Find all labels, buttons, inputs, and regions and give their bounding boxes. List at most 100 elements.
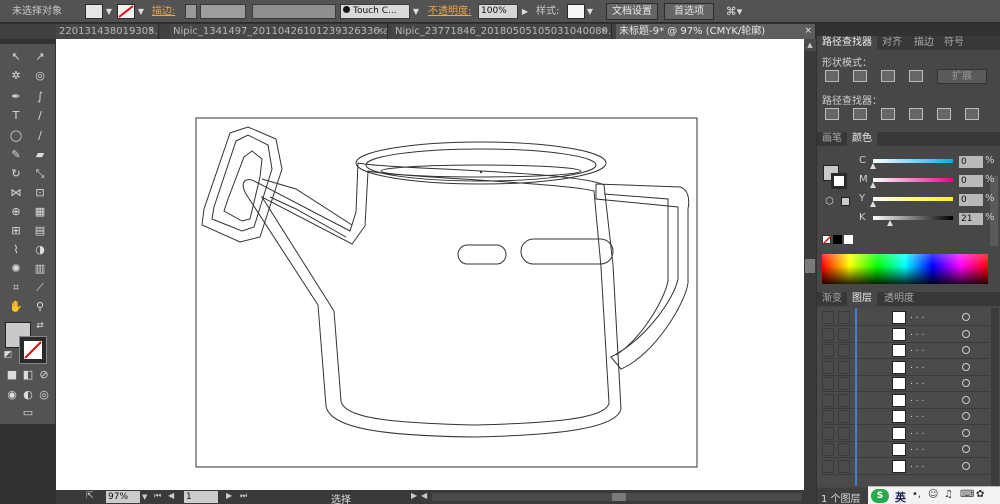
channel-slider-c[interactable]	[873, 159, 953, 163]
draw-inside-icon[interactable]: ◎	[37, 388, 51, 402]
channel-value-input[interactable]: 0	[959, 156, 983, 168]
brush-dropdown-icon[interactable]: ▼	[411, 4, 421, 19]
tab-color[interactable]: 颜色	[847, 132, 877, 146]
zoom-input[interactable]: 97%	[106, 491, 140, 503]
lock-toggle[interactable]	[838, 410, 850, 423]
graphic-style-swatch[interactable]	[567, 4, 585, 19]
document-tab[interactable]: Nipic_1341497_20110426101239326336.ai* ×	[170, 24, 388, 39]
scroll-thumb[interactable]	[805, 259, 815, 273]
selection-tool-icon[interactable]: ↖	[6, 48, 26, 66]
ime-skin-icon[interactable]: ✿	[976, 489, 984, 500]
expand-button[interactable]: 扩展	[937, 69, 987, 84]
lasso-tool-icon[interactable]: ◎	[30, 67, 50, 85]
opacity-input[interactable]: 100%	[478, 4, 518, 19]
color-mode-icon[interactable]: ■	[5, 368, 19, 382]
channel-slider-thumb[interactable]	[870, 182, 876, 188]
free-transform-tool-icon[interactable]: ⊡	[30, 184, 50, 202]
draw-behind-icon[interactable]: ◐	[21, 388, 35, 402]
first-page-icon[interactable]: ⏮	[154, 491, 161, 501]
close-icon[interactable]: ×	[147, 24, 155, 39]
layer-name[interactable]: . . .	[910, 460, 924, 470]
layer-name[interactable]: . . .	[910, 443, 924, 453]
tab-brushes[interactable]: 画笔	[817, 132, 847, 146]
fill-dropdown-icon[interactable]: ▼	[104, 4, 114, 19]
brush-definition-dropdown[interactable]: Touch C...	[340, 4, 410, 19]
stroke-color-box[interactable]	[19, 336, 47, 364]
stroke-weight-input[interactable]	[200, 4, 246, 19]
visibility-toggle[interactable]	[822, 410, 834, 423]
lock-toggle[interactable]	[838, 443, 850, 456]
layer-name[interactable]: . . .	[910, 328, 924, 338]
color-stroke-preview[interactable]	[831, 173, 847, 189]
stroke-weight-stepper[interactable]	[185, 4, 197, 19]
width-tool-icon[interactable]: ⋈	[6, 184, 26, 202]
target-circle-icon[interactable]	[962, 412, 970, 420]
document-tab[interactable]: 220131438019305.ai*×	[56, 24, 159, 39]
target-circle-icon[interactable]	[962, 313, 970, 321]
crop-icon[interactable]	[909, 108, 923, 120]
tab-layers[interactable]: 图层	[847, 292, 877, 306]
layer-name[interactable]: . . .	[910, 427, 924, 437]
outline-icon[interactable]	[937, 108, 951, 120]
visibility-toggle[interactable]	[822, 344, 834, 357]
opacity-dropdown-icon[interactable]: ▶	[520, 4, 530, 19]
preferences-button[interactable]: 首选项	[664, 3, 714, 20]
minus-back-icon[interactable]	[965, 108, 979, 120]
tab-align[interactable]: 对齐	[877, 36, 907, 50]
color-spectrum[interactable]	[822, 254, 988, 284]
visibility-toggle[interactable]	[822, 393, 834, 407]
layer-name[interactable]: . . .	[910, 344, 924, 354]
scale-tool-icon[interactable]: ⤡	[30, 165, 50, 183]
target-circle-icon[interactable]	[962, 461, 970, 470]
divide-icon[interactable]	[825, 108, 839, 120]
white-swatch[interactable]	[844, 235, 853, 244]
visibility-toggle[interactable]	[822, 327, 834, 341]
ime-keyboard-icon[interactable]: ⌨	[960, 489, 974, 500]
merge-icon[interactable]	[881, 108, 895, 120]
layer-row[interactable]: . . .	[822, 343, 990, 359]
hscroll-thumb[interactable]	[612, 493, 626, 501]
layers-scrollbar[interactable]	[991, 308, 999, 486]
ellipse-tool-icon[interactable]: ◯	[6, 127, 26, 145]
curvature-tool-icon[interactable]: ∫	[30, 88, 50, 106]
channel-slider-k[interactable]	[873, 216, 953, 220]
none-mode-icon[interactable]: ⊘	[37, 368, 51, 382]
visibility-toggle[interactable]	[822, 311, 834, 324]
layer-row[interactable]: . . .	[822, 376, 990, 392]
perspective-grid-tool-icon[interactable]: ▦	[30, 203, 50, 221]
visibility-toggle[interactable]	[822, 426, 834, 440]
layer-name[interactable]: . . .	[910, 361, 924, 371]
ime-mic-icon[interactable]: ♫	[944, 489, 953, 500]
channel-slider-thumb[interactable]	[870, 163, 876, 169]
lock-toggle[interactable]	[838, 311, 850, 324]
next-page-icon[interactable]: ▶	[226, 491, 232, 500]
target-circle-icon[interactable]	[962, 329, 970, 338]
exclude-icon[interactable]	[909, 70, 923, 82]
lock-toggle[interactable]	[838, 377, 850, 390]
variable-width-profile[interactable]	[252, 4, 336, 19]
layer-row[interactable]: . . .	[822, 310, 990, 326]
channel-slider-thumb[interactable]	[870, 201, 876, 207]
draw-normal-icon[interactable]: ◉	[5, 388, 19, 402]
canvas[interactable]	[56, 39, 804, 490]
layer-row[interactable]: . . .	[822, 426, 990, 442]
paintbrush-tool-icon[interactable]: ∕	[30, 127, 50, 145]
gradient-mode-icon[interactable]: ◧	[21, 368, 35, 382]
target-circle-icon[interactable]	[962, 379, 970, 387]
layer-row[interactable]: . . .	[822, 327, 990, 343]
document-tab-active[interactable]: 未标题-9* @ 97% (CMYK/轮廓) ×	[616, 24, 816, 39]
last-page-icon[interactable]: ⏭	[240, 491, 247, 501]
channel-value-input[interactable]: 21	[959, 213, 983, 225]
stroke-label[interactable]: 描边:	[152, 4, 175, 19]
ime-emoji-icon[interactable]: ☺	[928, 489, 938, 500]
layer-name[interactable]: . . .	[910, 377, 924, 387]
artboard-tool-icon[interactable]: ⌗	[6, 279, 26, 297]
eraser-tool-icon[interactable]: ▰	[30, 146, 50, 164]
pen-tool-icon[interactable]: ✒	[6, 88, 26, 106]
color-panel-scroll[interactable]	[990, 176, 998, 246]
channel-slider-thumb[interactable]	[886, 220, 893, 226]
status-menu-icon[interactable]: ▶	[411, 491, 417, 500]
line-tool-icon[interactable]: /	[30, 107, 50, 125]
ime-punct-icon[interactable]: •,	[912, 489, 921, 500]
document-tab[interactable]: Nipic_23771846_20180505105031040080.ai* ×	[392, 24, 612, 39]
